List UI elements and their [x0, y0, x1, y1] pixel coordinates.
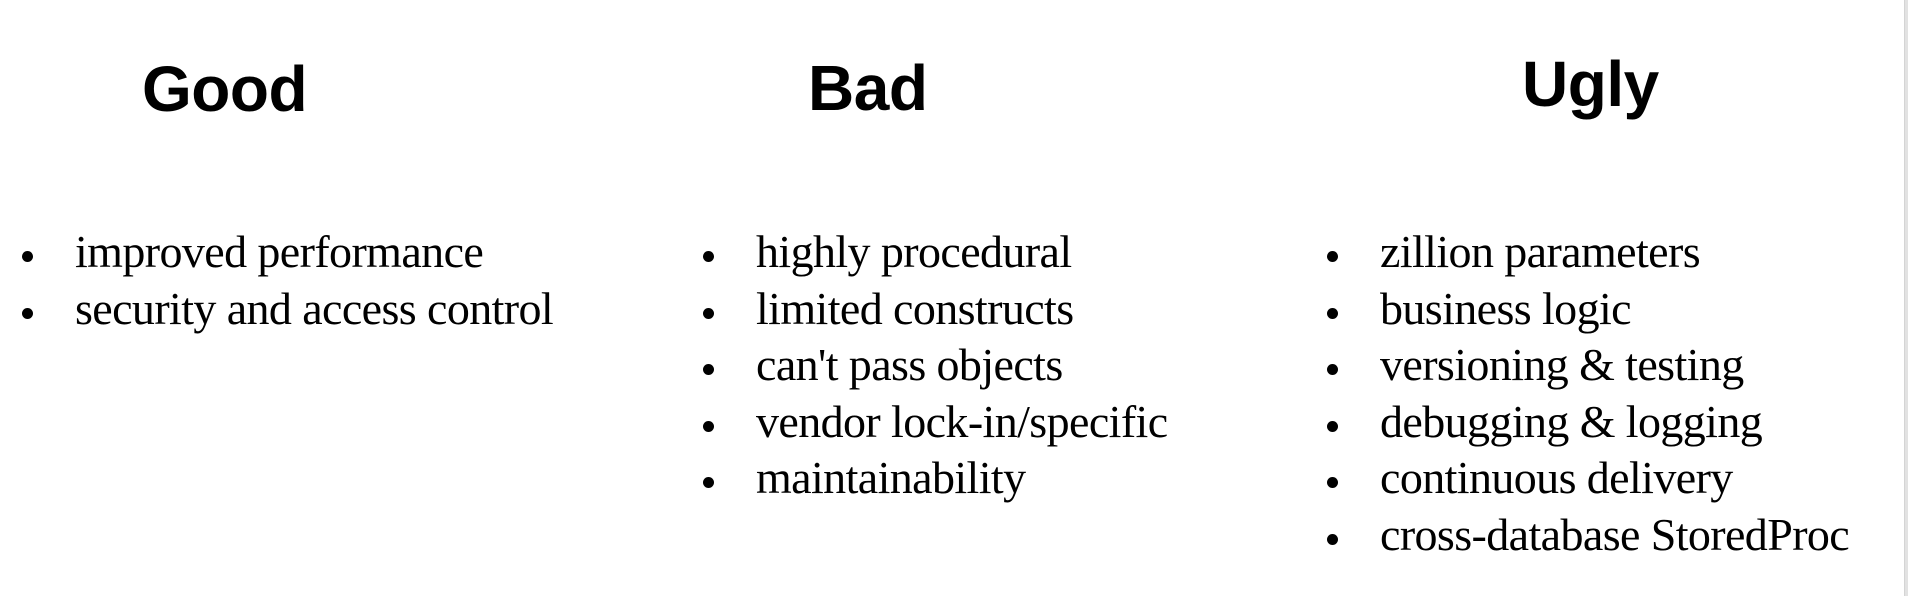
list-item: continuous delivery	[1300, 450, 1900, 507]
bullet-icon	[1327, 364, 1338, 375]
list-item-text: debugging & logging	[1380, 395, 1763, 447]
list-item: vendor lock-in/specific	[680, 394, 1320, 451]
column-heading-bad: Bad	[808, 52, 928, 124]
list-item-text: zillion parameters	[1380, 226, 1701, 277]
bullet-icon	[22, 251, 33, 262]
list-item: business logic	[1300, 281, 1900, 338]
list-item: highly procedural	[680, 224, 1320, 281]
window-edge-scrollbar	[1904, 0, 1908, 596]
good-list: improved performance security and access…	[0, 224, 640, 337]
bullet-icon	[1327, 420, 1338, 432]
list-item-text: limited constructs	[756, 282, 1074, 334]
bullet-icon	[1327, 307, 1338, 319]
list-item: limited constructs	[680, 281, 1320, 338]
ugly-list: zillion parameters business logic versio…	[1300, 224, 1900, 563]
bullet-icon	[703, 420, 714, 432]
list-item: zillion parameters	[1300, 224, 1900, 281]
list-item-text: cross-database StoredProc	[1380, 508, 1850, 560]
list-item-text: improved performance	[75, 226, 484, 277]
list-item: can't pass objects	[680, 337, 1320, 394]
list-item: debugging & logging	[1300, 394, 1900, 451]
list-item-text: versioning & testing	[1380, 339, 1744, 390]
list-item-text: can't pass objects	[756, 339, 1063, 390]
list-item-text: business logic	[1380, 282, 1632, 334]
list-item-text: continuous delivery	[1380, 452, 1733, 503]
bullet-icon	[1327, 477, 1338, 488]
bullet-icon	[703, 251, 714, 262]
list-item-text: vendor lock-in/specific	[756, 395, 1168, 447]
bullet-icon	[703, 307, 714, 319]
list-item: improved performance	[0, 224, 640, 281]
column-heading-ugly: Ugly	[1522, 48, 1659, 120]
list-item: maintainability	[680, 450, 1320, 507]
bullet-icon	[703, 364, 714, 375]
bullet-icon	[1327, 533, 1338, 545]
list-item-text: highly procedural	[756, 226, 1072, 277]
bad-list: highly procedural limited constructs can…	[680, 224, 1320, 507]
list-item: cross-database StoredProc	[1300, 507, 1900, 564]
bullet-icon	[1327, 251, 1338, 262]
bullet-icon	[22, 307, 33, 319]
bullet-icon	[703, 477, 714, 488]
list-item: versioning & testing	[1300, 337, 1900, 394]
slide: Good Bad Ugly improved performance secur…	[0, 0, 1904, 596]
column-heading-good: Good	[142, 53, 308, 125]
list-item-text: maintainability	[756, 452, 1026, 503]
list-item-text: security and access control	[75, 282, 554, 334]
list-item: security and access control	[0, 281, 640, 338]
